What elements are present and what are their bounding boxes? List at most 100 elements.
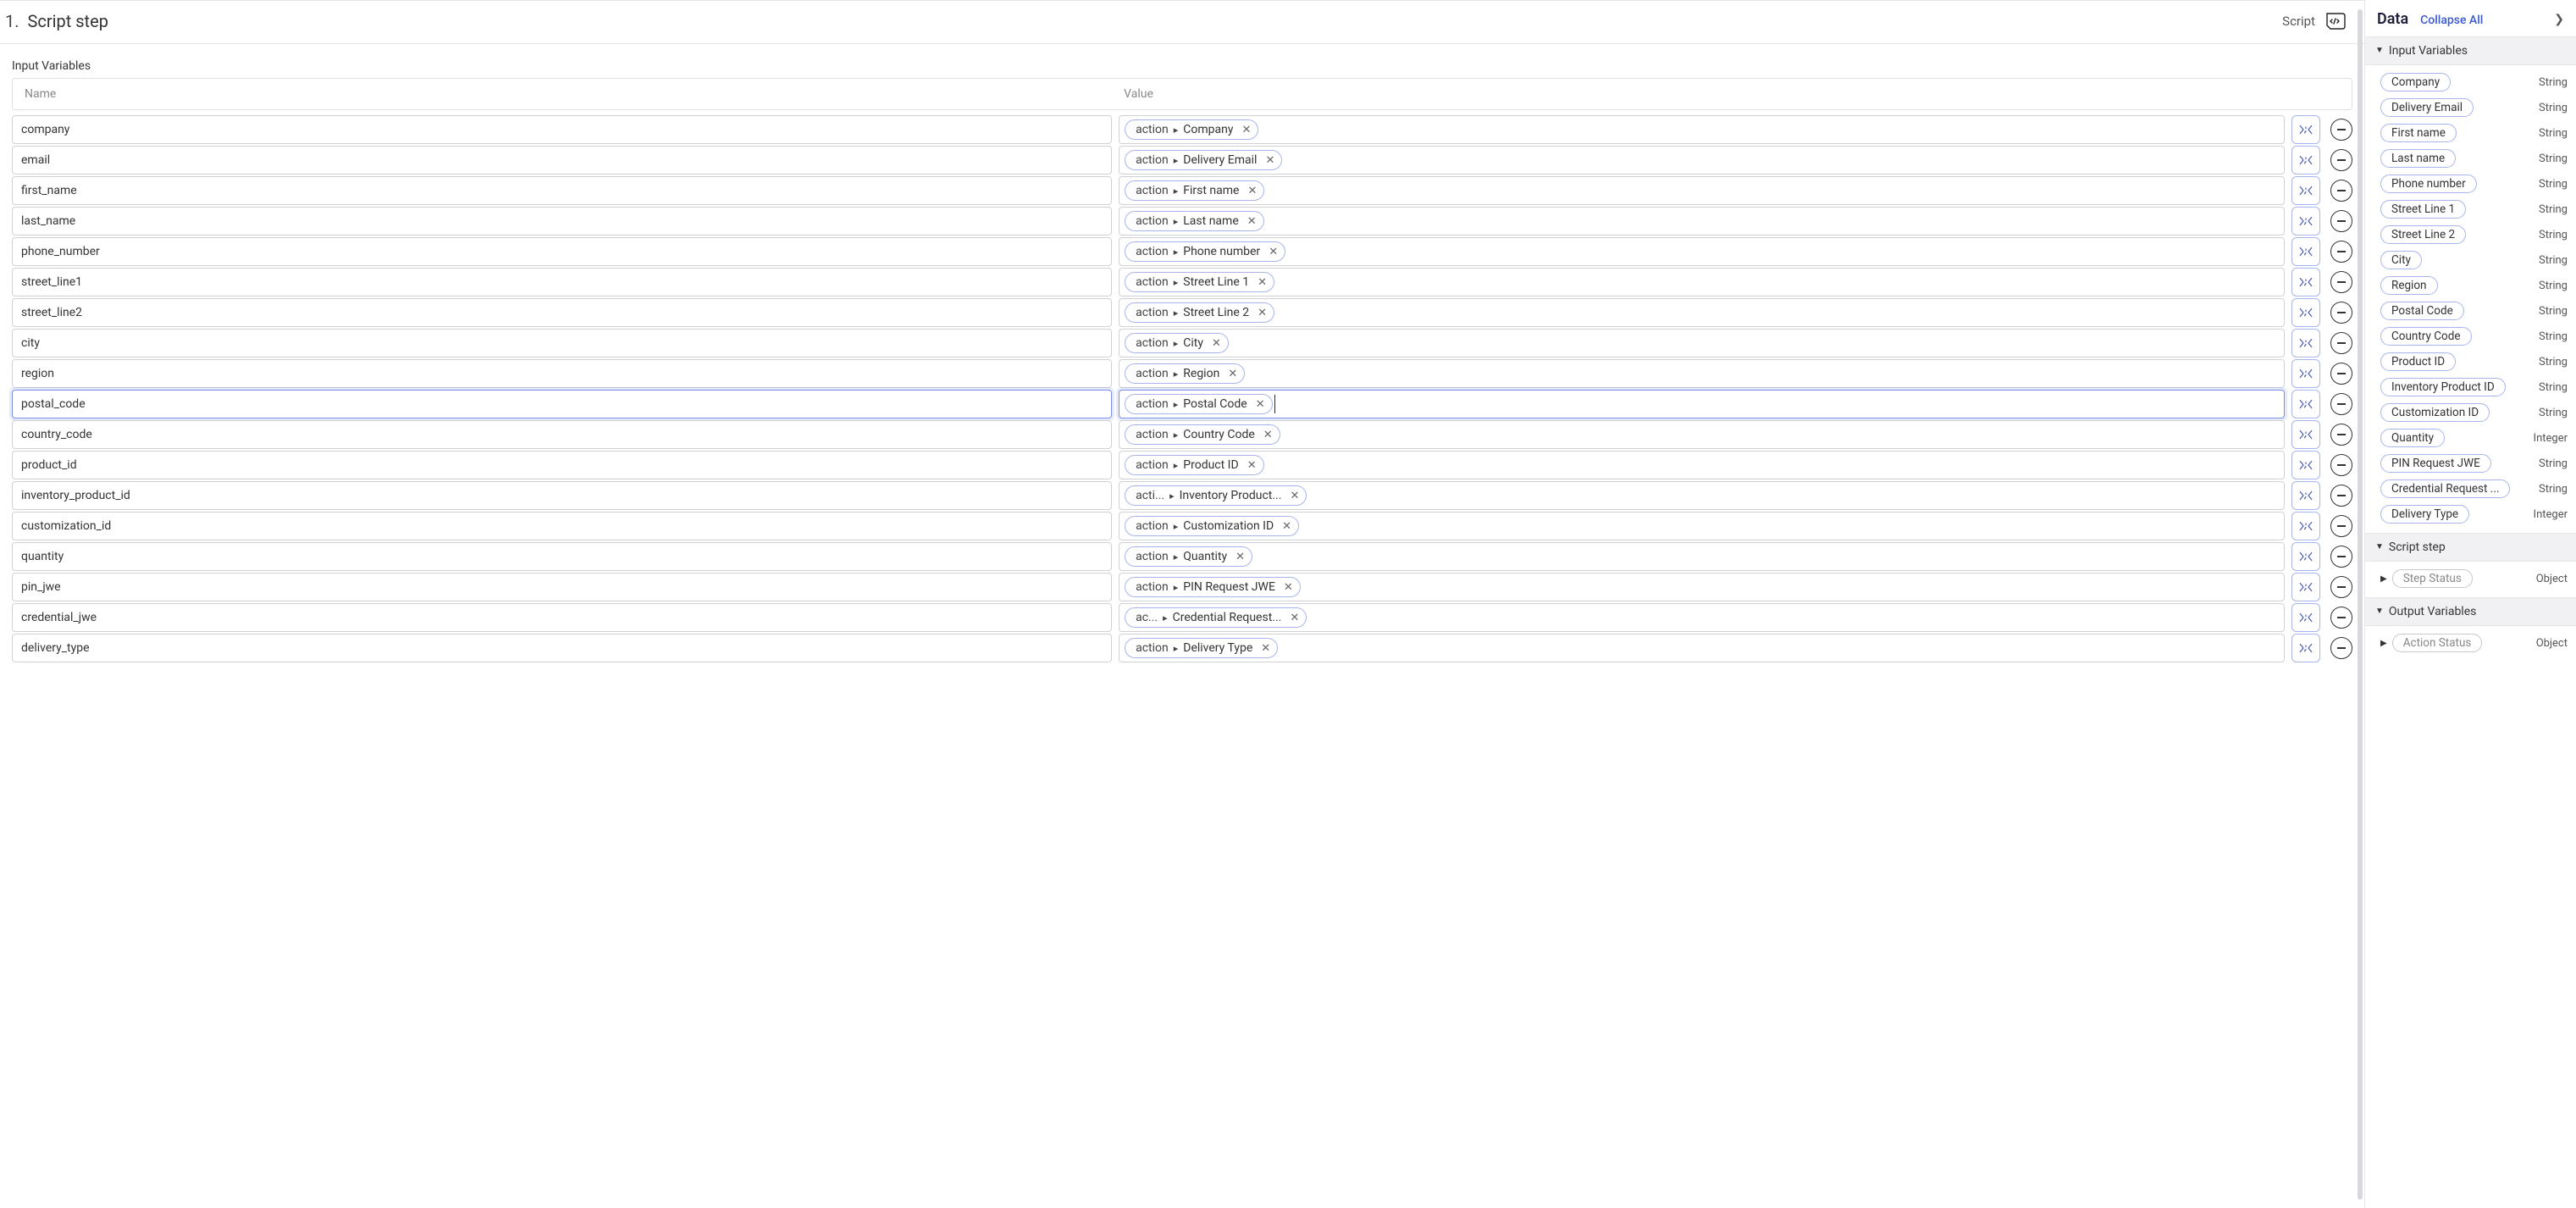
data-variable-item[interactable]: Credential Request ...String — [2380, 477, 2568, 501]
variable-name-input[interactable]: credential_jwe — [12, 603, 1112, 632]
data-pill[interactable]: action▸Region✕ — [1125, 363, 1245, 384]
data-pill-picker-button[interactable] — [2291, 176, 2320, 205]
variable-chip[interactable]: Product ID — [2380, 352, 2456, 371]
remove-pill-icon[interactable]: ✕ — [1241, 124, 1251, 136]
variable-value-input[interactable]: action▸Street Line 2✕ — [1119, 298, 2285, 327]
script-icon[interactable] — [2324, 11, 2347, 31]
data-variable-item[interactable]: ▶Step StatusObject — [2380, 567, 2568, 590]
remove-row-button[interactable] — [2330, 119, 2352, 141]
remove-pill-icon[interactable]: ✕ — [1290, 490, 1299, 502]
remove-pill-icon[interactable]: ✕ — [1256, 398, 1265, 411]
remove-row-button[interactable] — [2330, 607, 2352, 629]
data-pill[interactable]: action▸Customization ID✕ — [1125, 516, 1299, 536]
data-variable-item[interactable]: Street Line 1String — [2380, 197, 2568, 221]
data-pill-picker-button[interactable] — [2291, 359, 2320, 388]
data-pill[interactable]: action▸PIN Request JWE✕ — [1125, 577, 1301, 597]
remove-pill-icon[interactable]: ✕ — [1265, 154, 1274, 167]
data-pill[interactable]: action▸Phone number✕ — [1125, 241, 1285, 262]
variable-value-input[interactable]: action▸Product ID✕ — [1119, 451, 2285, 479]
remove-pill-icon[interactable]: ✕ — [1282, 520, 1291, 533]
variable-name-input[interactable]: region — [12, 359, 1112, 388]
data-pill-picker-button[interactable] — [2291, 237, 2320, 266]
data-variable-item[interactable]: Phone numberString — [2380, 172, 2568, 196]
remove-row-button[interactable] — [2330, 485, 2352, 507]
data-pill-picker-button[interactable] — [2291, 329, 2320, 357]
variable-value-input[interactable]: action▸Quantity✕ — [1119, 542, 2285, 571]
data-pill[interactable]: action▸Delivery Email✕ — [1125, 150, 1282, 170]
variable-chip[interactable]: Country Code — [2380, 327, 2472, 346]
variable-name-input[interactable]: phone_number — [12, 237, 1112, 266]
variable-value-input[interactable]: acti...▸Inventory Product...✕ — [1119, 481, 2285, 510]
remove-row-button[interactable] — [2330, 332, 2352, 354]
data-variable-item[interactable]: Delivery EmailString — [2380, 96, 2568, 119]
variable-value-input[interactable]: action▸Delivery Email✕ — [1119, 146, 2285, 175]
data-variable-item[interactable]: Last nameString — [2380, 147, 2568, 170]
variable-name-input[interactable]: last_name — [12, 207, 1112, 236]
data-pill-picker-button[interactable] — [2291, 481, 2320, 510]
data-pill-picker-button[interactable] — [2291, 390, 2320, 418]
variable-chip[interactable]: Customization ID — [2380, 403, 2490, 422]
remove-pill-icon[interactable]: ✕ — [1247, 185, 1257, 197]
variable-name-input[interactable]: country_code — [12, 420, 1112, 449]
remove-row-button[interactable] — [2330, 637, 2352, 659]
variable-chip[interactable]: First name — [2380, 124, 2457, 142]
data-pill[interactable]: ac...▸Credential Request...✕ — [1125, 607, 1307, 628]
variable-name-input[interactable]: city — [12, 329, 1112, 357]
data-variable-item[interactable]: PIN Request JWEString — [2380, 452, 2568, 475]
data-pill[interactable]: action▸Street Line 2✕ — [1125, 302, 1274, 323]
variable-name-input[interactable]: customization_id — [12, 512, 1112, 540]
remove-row-button[interactable] — [2330, 363, 2352, 385]
variable-value-input[interactable]: action▸Delivery Type✕ — [1119, 634, 2285, 662]
data-pill[interactable]: action▸Postal Code✕ — [1125, 394, 1273, 414]
data-pill-picker-button[interactable] — [2291, 573, 2320, 601]
variable-value-input[interactable]: ac...▸Credential Request...✕ — [1119, 603, 2285, 632]
data-variable-item[interactable]: Product IDString — [2380, 350, 2568, 374]
variable-value-input[interactable]: action▸City✕ — [1119, 329, 2285, 357]
variable-value-input[interactable]: action▸Customization ID✕ — [1119, 512, 2285, 540]
data-pill-picker-button[interactable] — [2291, 146, 2320, 175]
variable-chip[interactable]: PIN Request JWE — [2380, 454, 2491, 473]
data-pill-picker-button[interactable] — [2291, 451, 2320, 479]
collapse-all-link[interactable]: Collapse All — [2420, 14, 2483, 27]
data-pill-picker-button[interactable] — [2291, 268, 2320, 296]
variable-name-input[interactable]: first_name — [12, 176, 1112, 205]
variable-value-input[interactable]: action▸First name✕ — [1119, 176, 2285, 205]
remove-row-button[interactable] — [2330, 546, 2352, 568]
variable-value-input[interactable]: action▸PIN Request JWE✕ — [1119, 573, 2285, 601]
remove-row-button[interactable] — [2330, 271, 2352, 293]
variable-chip[interactable]: Phone number — [2380, 175, 2477, 193]
variable-name-input[interactable]: postal_code — [12, 390, 1112, 418]
data-pill[interactable]: action▸Country Code✕ — [1125, 424, 1280, 445]
data-pill[interactable]: action▸City✕ — [1125, 333, 1229, 353]
data-variable-item[interactable]: CityString — [2380, 248, 2568, 272]
remove-pill-icon[interactable]: ✕ — [1284, 581, 1293, 594]
variable-name-input[interactable]: delivery_type — [12, 634, 1112, 662]
data-variable-item[interactable]: Inventory Product IDString — [2380, 375, 2568, 399]
variable-chip[interactable]: Quantity — [2380, 429, 2445, 447]
variable-name-input[interactable]: email — [12, 146, 1112, 175]
data-variable-item[interactable]: QuantityInteger — [2380, 426, 2568, 450]
data-group-header[interactable]: ▼Output Variables — [2365, 597, 2576, 626]
data-pill[interactable]: action▸Street Line 1✕ — [1125, 272, 1274, 292]
remove-pill-icon[interactable]: ✕ — [1228, 368, 1237, 380]
data-pill-picker-button[interactable] — [2291, 207, 2320, 236]
remove-row-button[interactable] — [2330, 393, 2352, 415]
data-pill-picker-button[interactable] — [2291, 512, 2320, 540]
data-pill[interactable]: action▸First name✕ — [1125, 180, 1264, 201]
data-variable-item[interactable]: Postal CodeString — [2380, 299, 2568, 323]
data-variable-item[interactable]: Customization IDString — [2380, 401, 2568, 424]
remove-row-button[interactable] — [2330, 302, 2352, 324]
variable-name-input[interactable]: street_line2 — [12, 298, 1112, 327]
data-group-header[interactable]: ▼Script step — [2365, 533, 2576, 562]
variable-chip[interactable]: Postal Code — [2380, 302, 2464, 320]
data-variable-item[interactable]: CompanyString — [2380, 70, 2568, 94]
variable-name-input[interactable]: pin_jwe — [12, 573, 1112, 601]
variable-value-input[interactable]: action▸Region✕ — [1119, 359, 2285, 388]
remove-row-button[interactable] — [2330, 424, 2352, 446]
variable-chip[interactable]: Credential Request ... — [2380, 479, 2510, 498]
remove-row-button[interactable] — [2330, 515, 2352, 537]
variable-value-input[interactable]: action▸Postal Code✕ — [1119, 390, 2285, 418]
data-pill[interactable]: action▸Quantity✕ — [1125, 546, 1252, 567]
data-pill-picker-button[interactable] — [2291, 542, 2320, 571]
data-pill-picker-button[interactable] — [2291, 634, 2320, 662]
